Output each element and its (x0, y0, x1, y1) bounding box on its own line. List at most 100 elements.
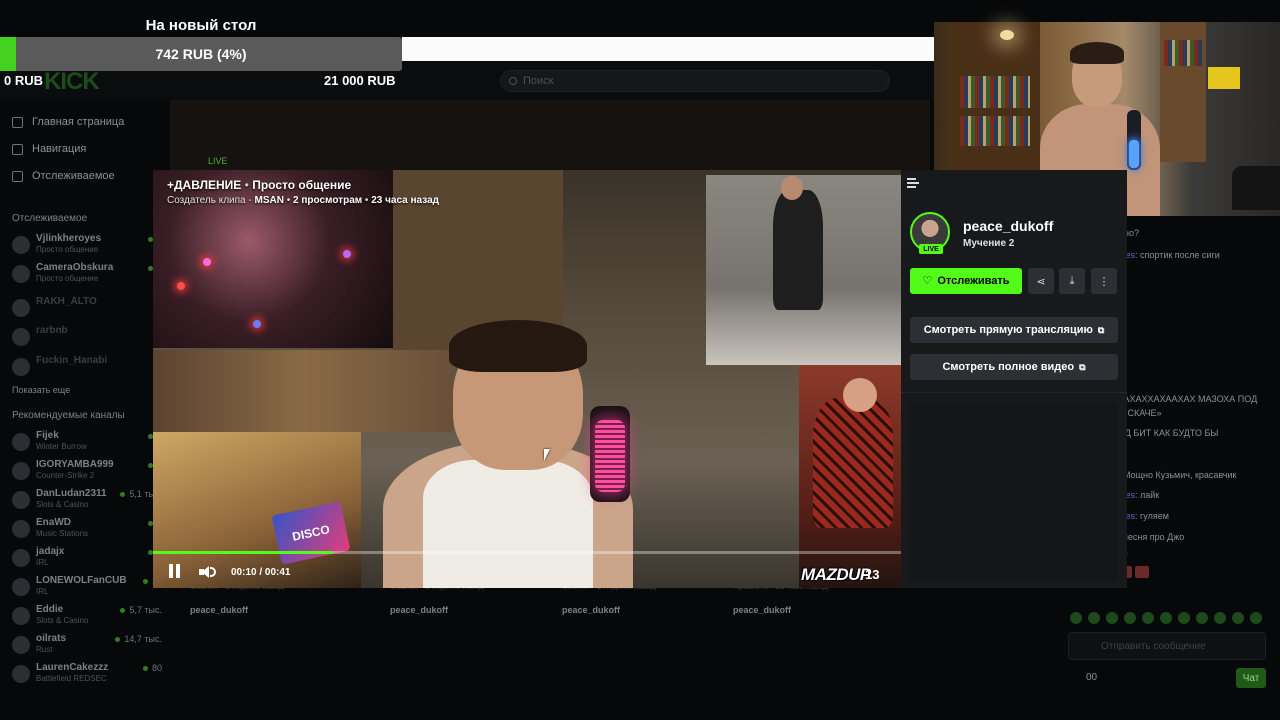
viewer-count: 80 (143, 663, 162, 673)
emote-icon[interactable] (1124, 612, 1136, 624)
heart-icon: ♡ (922, 274, 933, 287)
clip-card-channel: peace_dukoff (733, 605, 792, 615)
stream-category[interactable]: Мучение 2 (963, 238, 1014, 249)
following-channel[interactable]: rarbnb (12, 325, 162, 353)
avatar (12, 665, 30, 683)
avatar (12, 433, 30, 451)
recommended-channel[interactable]: Eddie Slots & Casino 5,7 тыс. (12, 604, 162, 632)
emote-icon[interactable] (1214, 612, 1226, 624)
yellow-box (1208, 67, 1240, 89)
clip-category[interactable]: Просто общение (252, 178, 351, 192)
search-input[interactable]: Поиск (500, 70, 890, 92)
home-icon (12, 116, 23, 128)
streamer-hair (1070, 42, 1124, 64)
clip-card-channel: peace_dukoff (562, 605, 621, 615)
clip-creator[interactable]: MSAN (255, 195, 284, 206)
volume-icon[interactable] (199, 565, 216, 579)
seek-bar-fill (153, 551, 333, 554)
emote-icon[interactable] (1106, 612, 1118, 624)
chat-send-button[interactable]: Чат (1236, 668, 1266, 688)
watch-full-video-button[interactable]: Смотреть полное видео ⧉ (910, 354, 1118, 380)
donation-amount: 742 RUB (4%) (155, 46, 247, 62)
channel-name: RAKH_ALTO (36, 296, 97, 307)
sidebar-item-label: Отслеживаемое (32, 170, 115, 182)
following-channel[interactable]: Fuckin_Hanabi (12, 355, 162, 383)
following-channel[interactable]: RAKH_ALTO (12, 296, 162, 324)
channel-name: IGORYAMBA999 (36, 459, 114, 470)
streamer-name[interactable]: peace_dukoff (963, 218, 1053, 234)
divider (901, 392, 1127, 393)
download-button[interactable]: ⤓ (1059, 268, 1085, 294)
sidebar-item-label: Навигация (32, 143, 87, 155)
more-options-button[interactable]: ⋮ (1091, 268, 1117, 294)
emote-icon[interactable] (1250, 612, 1262, 624)
sidebar-item-following[interactable]: Отслеживаемое (12, 170, 115, 182)
channel-name: Fijek (36, 430, 59, 441)
live-label: LIVE (208, 156, 228, 166)
emote-icon[interactable] (1178, 612, 1190, 624)
watch-live-label: Смотреть прямую трансляцию (923, 324, 1093, 336)
video-frame-room (153, 350, 453, 432)
avatar (12, 328, 30, 346)
emote-icon[interactable] (1196, 612, 1208, 624)
disco-light (203, 258, 211, 266)
share-button[interactable]: ⋖ (1028, 268, 1054, 294)
emote-icon[interactable] (1088, 612, 1100, 624)
channel-category: Winter Burrow (36, 442, 87, 451)
following-channel[interactable]: CameraObskuraПросто общение1 (12, 262, 162, 290)
recommended-channel[interactable]: jadajxIRL1 (12, 546, 162, 574)
chat-counter: 00 (1086, 672, 1098, 683)
avatar (12, 462, 30, 480)
heart-icon (12, 170, 23, 182)
channel-name: Vjlinkheroyes (36, 233, 102, 244)
sidebar-item-home[interactable]: Главная страница (12, 116, 124, 128)
avatar (12, 236, 30, 254)
streamer-shirt (423, 460, 593, 588)
sidebar-item-browse[interactable]: Навигация (12, 143, 86, 155)
emote-icon[interactable] (1070, 612, 1082, 624)
dancer-head (781, 176, 803, 200)
chat-message: : песня про Джо (1118, 532, 1185, 542)
channel-category: Просто общение (36, 245, 99, 254)
avatar (12, 549, 30, 567)
recommended-channel[interactable]: IGORYAMBA999Counter-Strike 26 (12, 459, 162, 487)
watch-live-button[interactable]: Смотреть прямую трансляцию ⧉ (910, 317, 1118, 343)
viewer-count: 5,7 тыс. (120, 605, 162, 615)
channel-category: IRL (36, 587, 49, 596)
clip-age: 23 часа назад (371, 195, 439, 206)
live-badge: LIVE (919, 244, 943, 254)
recommended-channel[interactable]: LaurenCakezzz Battlefield REDSEC 80 (12, 662, 162, 690)
recommended-channel[interactable]: EnaWDMusic Stations3 (12, 517, 162, 545)
avatar (12, 520, 30, 538)
compass-icon (12, 143, 23, 155)
kick-logo[interactable]: KICK (44, 68, 100, 96)
donation-progress-bar: 742 RUB (4%) (0, 37, 402, 71)
channel-name: LaurenCakezzz (36, 662, 109, 673)
recommended-channel[interactable]: LONEWOLFanCUBIRL13 (12, 575, 162, 603)
chat-input[interactable]: Отправить сообщение (1068, 632, 1266, 660)
avatar (12, 358, 30, 376)
clip-views: 2 просмотрам (293, 195, 363, 206)
clip-meta: Создатель клипа - MSAN • 2 просмотрам • … (167, 195, 439, 206)
emote-icon[interactable] (1160, 612, 1172, 624)
emote-icon[interactable] (1232, 612, 1244, 624)
books (960, 76, 1030, 108)
show-more-link[interactable]: Показать еще (12, 385, 70, 395)
following-channel[interactable]: VjlinkheroyesПросто общение2 (12, 233, 162, 261)
emote-icon[interactable] (1142, 612, 1154, 624)
recommended-channel[interactable]: DanLudan2311 Slots & Casino 5,1 тыс. (12, 488, 162, 516)
donation-max-label: 21 000 RUB (324, 73, 396, 88)
chair (1232, 166, 1280, 210)
pause-button[interactable] (169, 564, 183, 580)
avatar (12, 607, 30, 625)
books (960, 116, 1030, 146)
seek-bar[interactable] (153, 551, 901, 554)
collapse-panel-icon[interactable] (907, 178, 919, 188)
follow-button[interactable]: ♡ Отслеживать (910, 268, 1022, 294)
recommended-channel[interactable]: oilrats Rust 14,7 тыс. (12, 633, 162, 661)
clip-card-channel: peace_dukoff (390, 605, 449, 615)
channel-name: jadajx (36, 546, 65, 557)
external-link-icon: ⧉ (1079, 361, 1086, 372)
recommended-channel[interactable]: FijekWinter Burrow7 (12, 430, 162, 458)
clip-player[interactable]: DISCO +ДАВЛЕНИЕ • Просто общение Создате… (153, 170, 901, 588)
